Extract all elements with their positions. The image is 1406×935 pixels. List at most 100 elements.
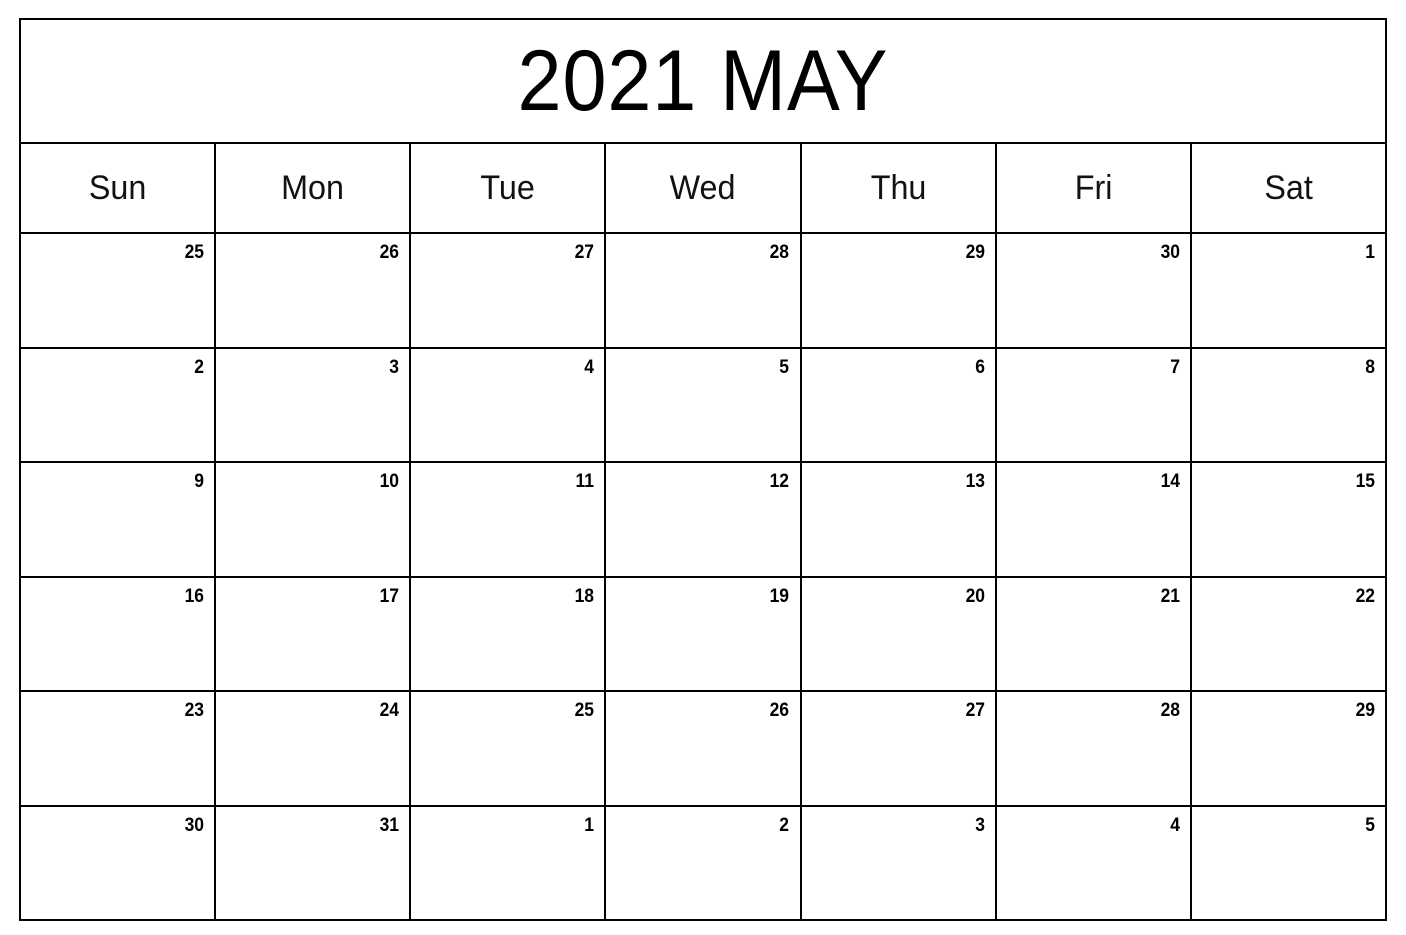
day-cell[interactable]: 28 <box>994 690 1192 807</box>
day-note-area[interactable] <box>21 722 214 723</box>
day-cell[interactable]: 20 <box>799 575 997 692</box>
day-note-area[interactable] <box>21 264 214 265</box>
day-note-area[interactable] <box>21 607 214 608</box>
day-number: 25 <box>184 242 205 263</box>
day-cell[interactable]: 30 <box>18 804 217 921</box>
day-number: 22 <box>1355 585 1375 607</box>
day-note-area[interactable] <box>21 378 214 379</box>
day-cell[interactable]: 19 <box>604 575 802 692</box>
day-note-area[interactable] <box>411 264 604 265</box>
day-note-area[interactable] <box>997 493 1190 494</box>
day-cell[interactable]: 23 <box>18 690 217 807</box>
day-cell[interactable]: 28 <box>604 232 802 349</box>
day-note-area[interactable] <box>216 264 409 265</box>
day-cell[interactable]: 25 <box>18 232 217 349</box>
day-cell[interactable]: 2 <box>604 804 802 921</box>
day-number: 23 <box>184 700 205 721</box>
day-cell[interactable]: 18 <box>409 575 607 692</box>
day-cell[interactable]: 15 <box>1189 461 1388 578</box>
day-note-area[interactable] <box>1192 607 1385 608</box>
day-number: 25 <box>574 700 595 721</box>
day-note-area[interactable] <box>606 607 799 608</box>
day-cell[interactable]: 26 <box>214 232 412 349</box>
day-note-area[interactable] <box>411 493 604 494</box>
day-note-area[interactable] <box>1192 493 1385 494</box>
day-number: 26 <box>379 242 400 263</box>
day-cell[interactable]: 29 <box>1189 690 1388 807</box>
day-number: 29 <box>965 242 985 263</box>
day-cell[interactable]: 4 <box>994 804 1192 921</box>
day-cell[interactable]: 29 <box>799 232 997 349</box>
day-note-area[interactable] <box>997 607 1190 608</box>
day-cell[interactable]: 12 <box>604 461 802 578</box>
page-title: 2021 MAY <box>517 33 889 129</box>
day-note-area[interactable] <box>606 836 799 837</box>
day-cell[interactable]: 10 <box>214 461 412 578</box>
day-note-area[interactable] <box>802 722 995 723</box>
day-note-area[interactable] <box>606 722 799 723</box>
weekday-header-thursday: Thu <box>799 142 997 234</box>
calendar-body: 25 26 27 28 29 30 1 2 3 4 5 6 7 8 9 10 1… <box>18 232 1388 921</box>
day-cell[interactable]: 21 <box>994 575 1192 692</box>
day-note-area[interactable] <box>997 378 1190 379</box>
day-cell[interactable]: 5 <box>1189 804 1388 921</box>
day-note-area[interactable] <box>216 836 409 837</box>
day-cell[interactable]: 5 <box>604 346 802 463</box>
day-note-area[interactable] <box>606 493 799 494</box>
day-note-area[interactable] <box>997 722 1190 723</box>
day-number: 9 <box>194 471 205 492</box>
day-note-area[interactable] <box>411 722 604 723</box>
day-note-area[interactable] <box>802 378 995 379</box>
day-note-area[interactable] <box>216 493 409 494</box>
day-cell[interactable]: 4 <box>409 346 607 463</box>
day-note-area[interactable] <box>802 264 995 265</box>
day-note-area[interactable] <box>216 607 409 608</box>
day-note-area[interactable] <box>1192 264 1385 265</box>
day-cell[interactable]: 27 <box>799 690 997 807</box>
day-cell[interactable]: 9 <box>18 461 217 578</box>
day-note-area[interactable] <box>411 607 604 608</box>
day-note-area[interactable] <box>1192 722 1385 723</box>
day-note-area[interactable] <box>1192 836 1385 837</box>
day-note-area[interactable] <box>802 493 995 494</box>
day-cell[interactable]: 1 <box>1189 232 1388 349</box>
day-note-area[interactable] <box>606 264 799 265</box>
day-cell[interactable]: 17 <box>214 575 412 692</box>
day-note-area[interactable] <box>802 836 995 837</box>
day-cell[interactable]: 24 <box>214 690 412 807</box>
day-note-area[interactable] <box>21 493 214 494</box>
calendar-week-row: 25 26 27 28 29 30 1 <box>18 232 1388 349</box>
day-cell[interactable]: 14 <box>994 461 1192 578</box>
day-note-area[interactable] <box>1192 378 1385 379</box>
day-cell[interactable]: 3 <box>799 804 997 921</box>
day-cell[interactable]: 11 <box>409 461 607 578</box>
day-number: 26 <box>769 700 790 721</box>
day-cell[interactable]: 1 <box>409 804 607 921</box>
day-cell[interactable]: 6 <box>799 346 997 463</box>
day-cell[interactable]: 8 <box>1189 346 1388 463</box>
day-cell[interactable]: 26 <box>604 690 802 807</box>
day-cell[interactable]: 16 <box>18 575 217 692</box>
day-cell[interactable]: 2 <box>18 346 217 463</box>
day-note-area[interactable] <box>997 264 1190 265</box>
day-note-area[interactable] <box>411 378 604 379</box>
day-note-area[interactable] <box>997 836 1190 837</box>
day-cell[interactable]: 22 <box>1189 575 1388 692</box>
day-note-area[interactable] <box>411 836 604 837</box>
day-cell[interactable]: 7 <box>994 346 1192 463</box>
day-note-area[interactable] <box>216 378 409 379</box>
day-note-area[interactable] <box>21 836 214 837</box>
day-cell[interactable]: 3 <box>214 346 412 463</box>
day-cell[interactable]: 25 <box>409 690 607 807</box>
day-cell[interactable]: 30 <box>994 232 1192 349</box>
day-note-area[interactable] <box>802 607 995 608</box>
day-cell[interactable]: 31 <box>214 804 412 921</box>
day-cell[interactable]: 13 <box>799 461 997 578</box>
day-cell[interactable]: 27 <box>409 232 607 349</box>
day-note-area[interactable] <box>606 378 799 379</box>
calendar-title-cell: 2021 MAY <box>19 18 1387 144</box>
calendar-week-row: 30 31 1 2 3 4 5 <box>18 804 1388 921</box>
day-note-area[interactable] <box>216 722 409 723</box>
day-number: 4 <box>584 356 595 378</box>
weekday-label-saturday: Sat <box>1264 169 1313 207</box>
